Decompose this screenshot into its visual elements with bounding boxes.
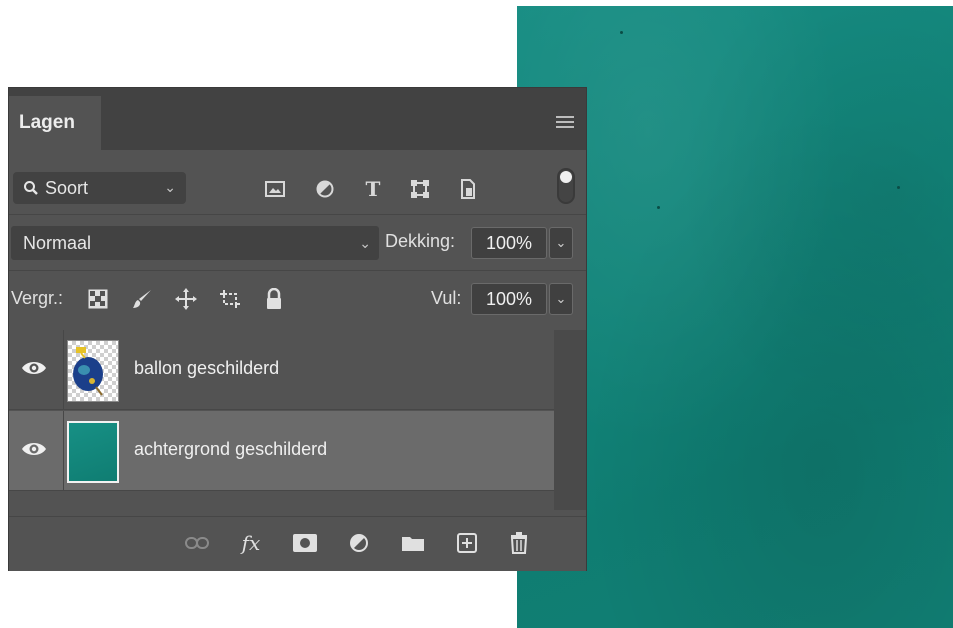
new-layer-icon[interactable] [453, 529, 481, 557]
new-adjustment-layer-icon[interactable] [345, 529, 373, 557]
image-filter-icon[interactable] [264, 178, 286, 200]
filter-toggle[interactable] [557, 168, 575, 204]
layer-name: ballon geschilderd [134, 358, 280, 378]
layers-scrollbar[interactable] [554, 330, 586, 510]
layers-panel: Lagen Soort ⌄ T Normaal ⌄ Dekking: 100% … [9, 88, 586, 571]
column-divider [63, 330, 64, 410]
blend-mode-select[interactable]: Normaal ⌄ [11, 226, 379, 260]
divider [9, 214, 586, 215]
layer-thumbnail-balloon [67, 340, 119, 402]
lock-all-icon[interactable] [261, 286, 287, 312]
layer-thumbnail-background [67, 421, 119, 483]
opacity-label: Dekking: [385, 231, 456, 251]
fill-value: 100% [485, 288, 533, 309]
opacity-dropdown-button[interactable]: ⌄ [549, 227, 573, 259]
lock-transparent-pixels-icon[interactable] [85, 286, 111, 312]
visibility-eye-icon[interactable] [21, 439, 47, 459]
filter-kind-select[interactable]: Soort ⌄ [13, 172, 186, 204]
opacity-field[interactable]: 100% [471, 227, 547, 259]
canvas-speck [620, 31, 623, 34]
opacity-value: 100% [485, 232, 533, 253]
canvas-speck [657, 206, 660, 209]
visibility-eye-icon[interactable] [21, 358, 47, 378]
canvas-speck [897, 186, 900, 189]
fill-dropdown-button[interactable]: ⌄ [549, 283, 573, 315]
adjustment-filter-icon[interactable] [314, 178, 336, 200]
shape-filter-icon[interactable] [409, 178, 431, 200]
divider [9, 270, 586, 271]
chevron-down-icon: ⌄ [555, 235, 567, 250]
column-divider [63, 411, 64, 491]
chevron-down-icon: ⌄ [164, 179, 176, 195]
tab-lagen[interactable]: Lagen [9, 96, 101, 150]
chevron-down-icon: ⌄ [359, 235, 371, 251]
fx-icon[interactable]: fx [237, 529, 265, 557]
lock-position-icon[interactable] [173, 286, 199, 312]
layer-name: achtergrond geschilderd [134, 439, 328, 459]
layer-row-achtergrond[interactable]: achtergrond geschilderd [9, 411, 554, 491]
blend-mode-label: Normaal [23, 232, 92, 253]
search-icon [24, 181, 38, 195]
smart-object-filter-icon[interactable] [457, 178, 479, 200]
add-mask-icon[interactable] [291, 529, 319, 557]
fill-label: Vul: [431, 288, 462, 308]
layer-row-ballon[interactable]: ballon geschilderd [9, 330, 554, 410]
delete-layer-icon[interactable] [505, 529, 533, 557]
tab-label: Lagen [19, 112, 75, 133]
panel-footer: fx [9, 516, 586, 571]
panel-menu-icon[interactable] [556, 116, 574, 128]
type-filter-icon[interactable]: T [362, 177, 384, 201]
lock-artboard-icon[interactable] [217, 286, 243, 312]
filter-kind-label: Soort [45, 177, 89, 198]
chevron-down-icon: ⌄ [555, 291, 567, 306]
panel-tab-bar: Lagen [9, 88, 586, 150]
lock-label: Vergr.: [11, 288, 64, 308]
layers-list: ballon geschilderd achtergrond geschilde… [9, 330, 554, 510]
link-layers-icon[interactable] [183, 529, 211, 557]
new-group-icon[interactable] [399, 529, 427, 557]
lock-image-pixels-icon[interactable] [129, 286, 155, 312]
fill-field[interactable]: 100% [471, 283, 547, 315]
